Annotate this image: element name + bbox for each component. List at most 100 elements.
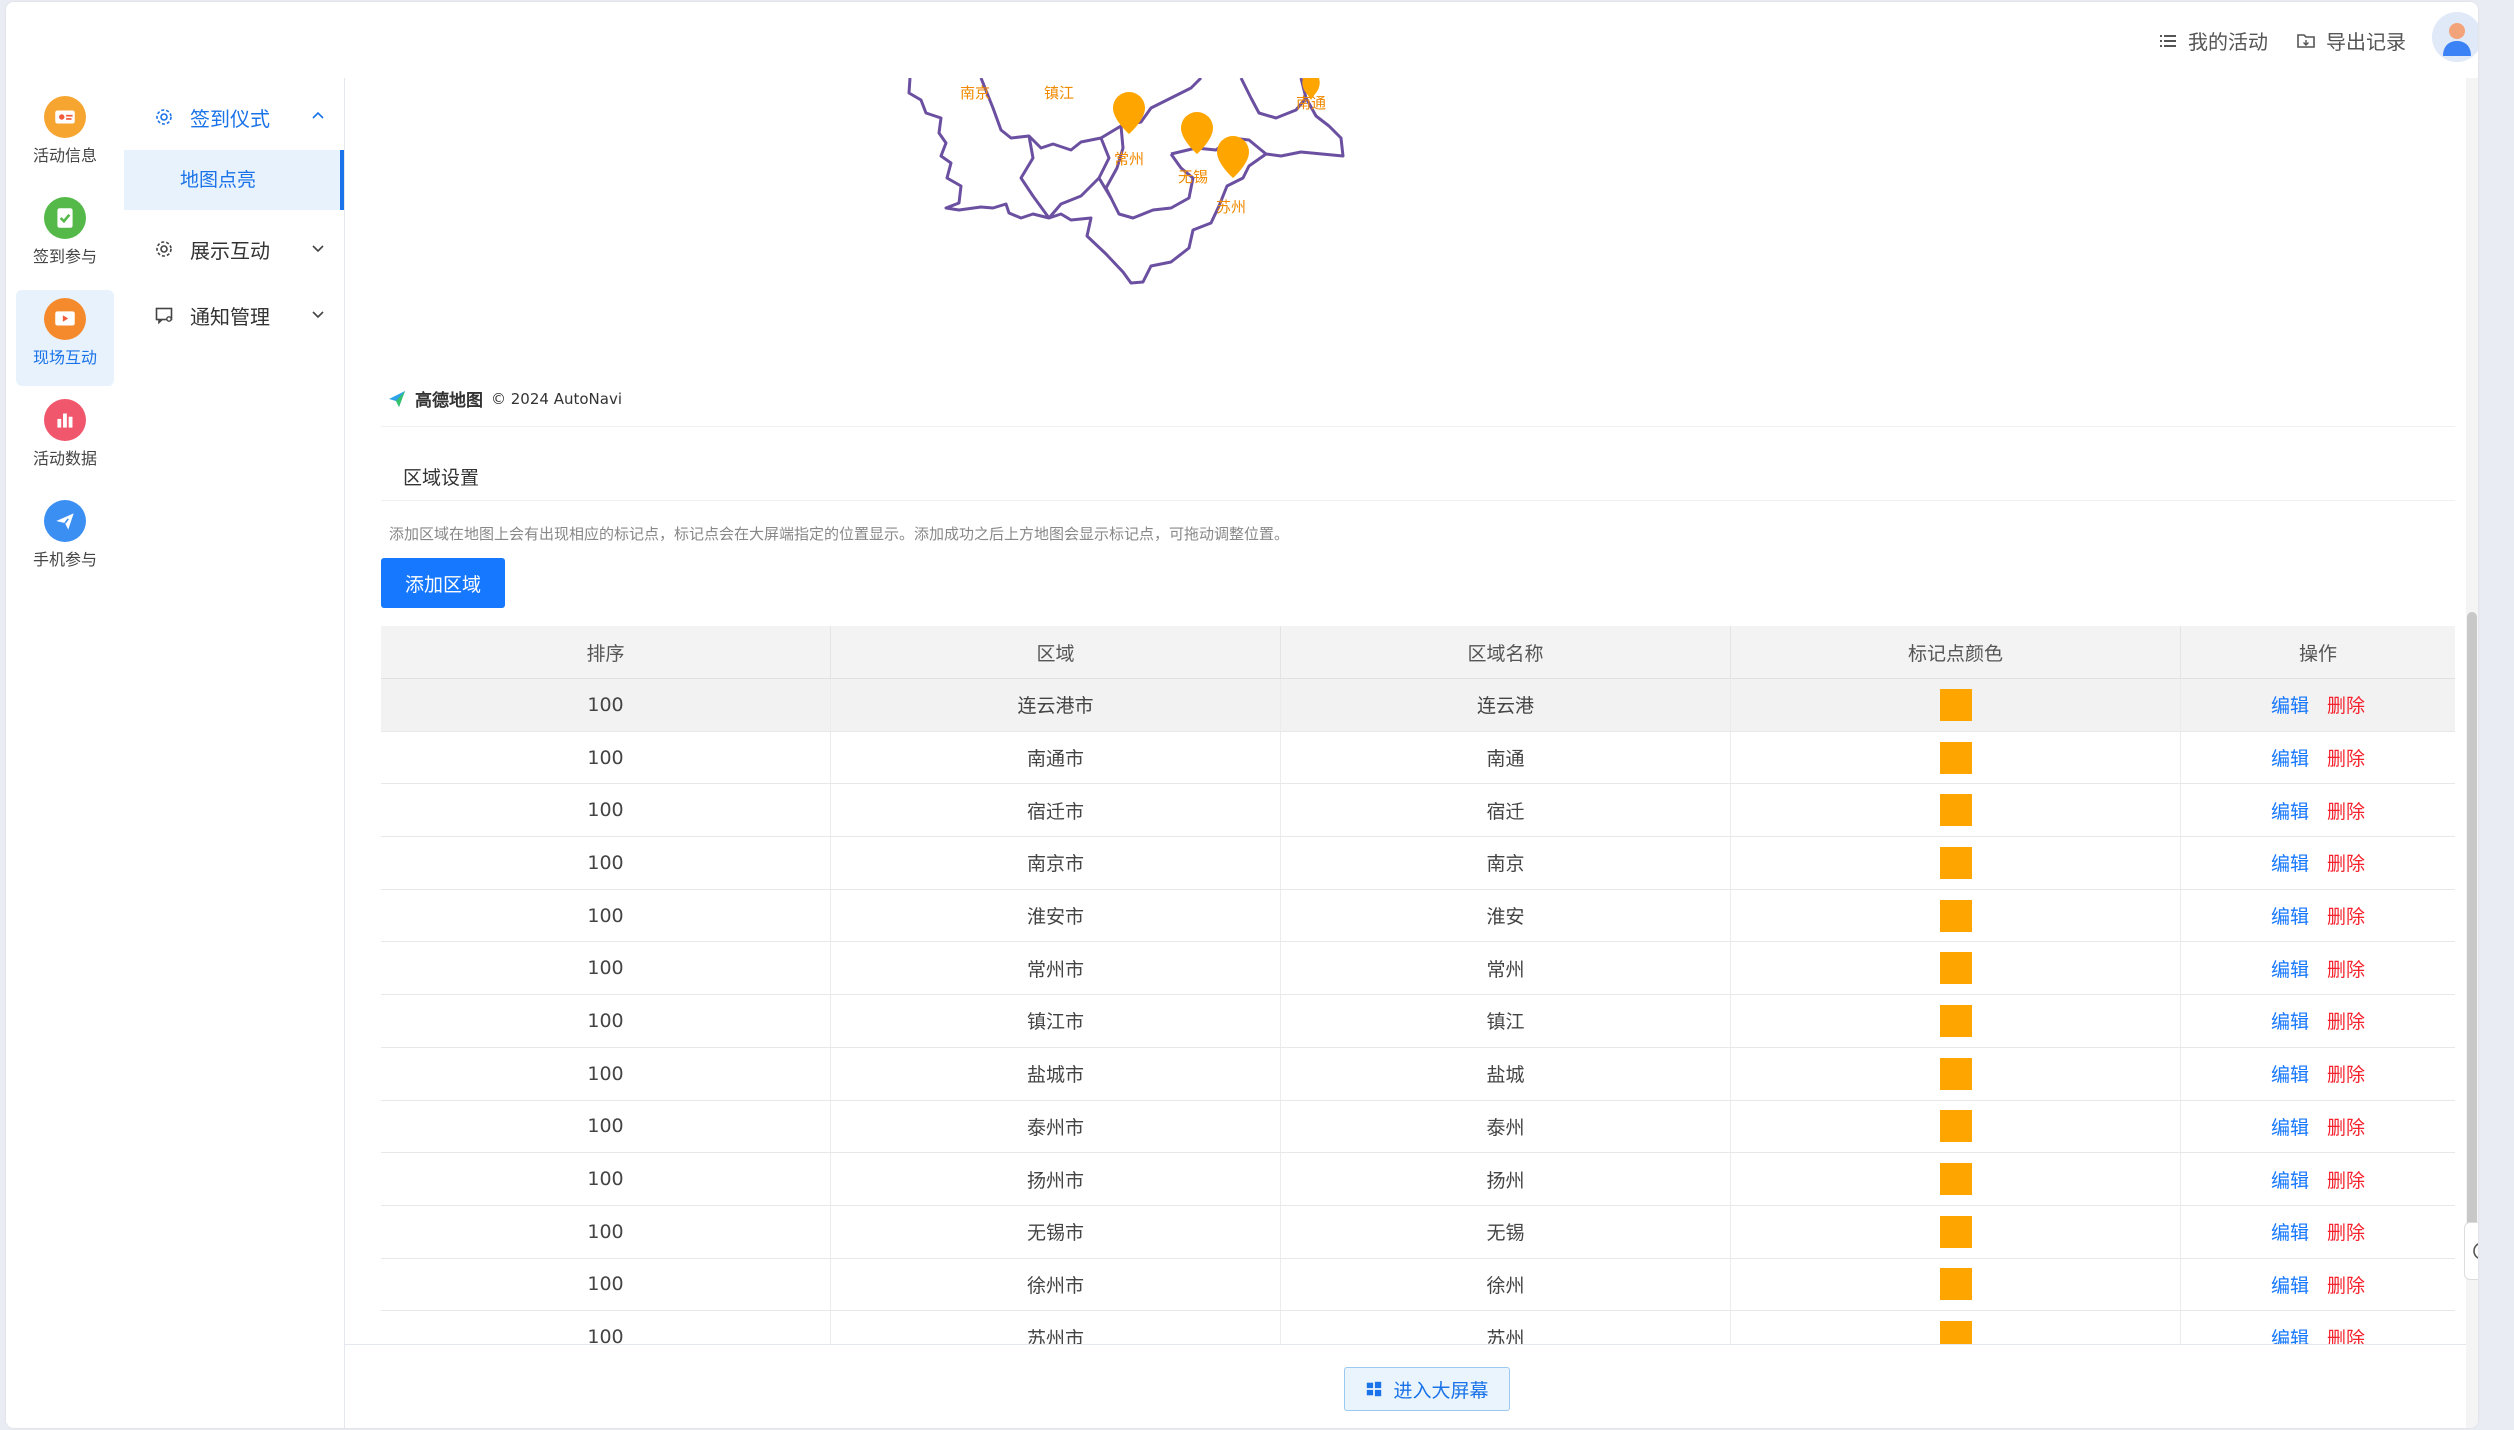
- column-header-marker-color[interactable]: 标记点颜色: [1731, 626, 2181, 678]
- list-icon: [2160, 34, 2176, 47]
- delete-link[interactable]: 删除: [2327, 1166, 2365, 1193]
- edit-link[interactable]: 编辑: [2271, 691, 2309, 718]
- help-button[interactable]: [2464, 1222, 2478, 1280]
- user-avatar[interactable]: [2432, 12, 2478, 62]
- cell-actions: 编辑 删除: [2181, 837, 2455, 889]
- delete-link[interactable]: 删除: [2327, 744, 2365, 771]
- color-swatch[interactable]: [1939, 688, 1972, 721]
- delete-link[interactable]: 删除: [2327, 1060, 2365, 1087]
- map-label-zhenjiang: 镇江: [1044, 84, 1074, 102]
- message-icon: [155, 307, 173, 325]
- color-swatch[interactable]: [1939, 1215, 1972, 1248]
- cell-marker-color: [1731, 889, 2181, 942]
- cell-order: 100: [381, 837, 831, 889]
- cell-actions: 编辑 删除: [2181, 1259, 2455, 1311]
- edit-link[interactable]: 编辑: [2271, 744, 2309, 771]
- rail-item-mobile[interactable]: 手机参与: [16, 492, 114, 588]
- edit-link[interactable]: 编辑: [2271, 797, 2309, 824]
- color-swatch[interactable]: [1939, 899, 1972, 932]
- edit-link[interactable]: 编辑: [2271, 849, 2309, 876]
- folder-export-icon: [2297, 33, 2315, 48]
- delete-link[interactable]: 删除: [2327, 797, 2365, 824]
- color-swatch[interactable]: [1939, 1268, 1972, 1301]
- edit-link[interactable]: 编辑: [2271, 1166, 2309, 1193]
- cell-marker-color: [1731, 942, 2181, 995]
- cell-region-name: 镇江: [1281, 995, 1731, 1047]
- gear-icon: [156, 109, 172, 125]
- my-activity-link[interactable]: 我的活动: [2158, 26, 2268, 55]
- color-swatch[interactable]: [1939, 1004, 1972, 1037]
- export-records-link[interactable]: 导出记录: [2296, 26, 2406, 55]
- cell-region-name: 泰州: [1281, 1100, 1731, 1153]
- edit-link[interactable]: 编辑: [2271, 902, 2309, 929]
- column-header-region-name[interactable]: 区域名称: [1281, 626, 1731, 678]
- cell-region: 徐州市: [831, 1258, 1281, 1311]
- column-header-actions[interactable]: 操作: [2181, 626, 2455, 678]
- color-swatch[interactable]: [1939, 952, 1972, 985]
- edit-link[interactable]: 编辑: [2271, 1218, 2309, 1245]
- delete-link[interactable]: 删除: [2327, 955, 2365, 982]
- edit-link[interactable]: 编辑: [2271, 1113, 2309, 1140]
- cell-region: 泰州市: [831, 1100, 1281, 1153]
- map-copyright: © 2024 AutoNavi: [491, 389, 622, 408]
- checkin-icon: [44, 197, 86, 239]
- cell-marker-color: [1731, 1205, 2181, 1258]
- menu-group-display-interaction[interactable]: 展示互动: [124, 224, 344, 274]
- cell-order: 100: [381, 1258, 831, 1311]
- color-swatch[interactable]: [1939, 1110, 1972, 1143]
- color-swatch[interactable]: [1939, 1163, 1972, 1196]
- marker-wuxi[interactable]: [1181, 112, 1213, 154]
- cell-region-name: 无锡: [1281, 1205, 1731, 1258]
- color-swatch[interactable]: [1939, 794, 1972, 827]
- marker-suzhou[interactable]: [1217, 136, 1249, 178]
- cell-region: 无锡市: [831, 1205, 1281, 1258]
- cell-actions: 编辑 删除: [2181, 942, 2455, 994]
- delete-link[interactable]: 删除: [2327, 1271, 2365, 1298]
- color-swatch[interactable]: [1939, 741, 1972, 774]
- cell-marker-color: [1731, 837, 2181, 889]
- delete-link[interactable]: 删除: [2327, 691, 2365, 718]
- map-label-nantong: 南通: [1296, 94, 1326, 112]
- delete-link[interactable]: 删除: [2327, 902, 2365, 929]
- cell-marker-color: [1731, 1258, 2181, 1311]
- color-swatch[interactable]: [1939, 1057, 1972, 1090]
- activity-info-icon: [44, 96, 86, 138]
- rail-item-live-interaction[interactable]: 现场互动: [16, 290, 114, 386]
- cell-region: 常州市: [831, 942, 1281, 995]
- edit-link[interactable]: 编辑: [2271, 1271, 2309, 1298]
- edit-link[interactable]: 编辑: [2271, 955, 2309, 982]
- rail-item-activity-info[interactable]: 活动信息: [16, 88, 114, 184]
- cell-region-name: 扬州: [1281, 1153, 1731, 1205]
- edit-link[interactable]: 编辑: [2271, 1007, 2309, 1034]
- delete-link[interactable]: 删除: [2327, 1007, 2365, 1034]
- table-row: 100 常州市 常州 编辑 删除: [381, 942, 2455, 996]
- rail-item-checkin[interactable]: 签到参与: [16, 189, 114, 285]
- region-map[interactable]: 南京 镇江 南通 常州 无锡 苏州: [381, 78, 2455, 378]
- delete-link[interactable]: 删除: [2327, 1113, 2365, 1140]
- edit-link[interactable]: 编辑: [2271, 1060, 2309, 1087]
- menu-item-map-lightup[interactable]: 地图点亮: [124, 150, 344, 210]
- divider: [381, 500, 2455, 501]
- menu-group-checkin-ceremony[interactable]: 签到仪式: [124, 92, 344, 142]
- map-panel[interactable]: 南京 镇江 南通 常州 无锡 苏州 高德地图 © 2024 AutoNavi: [381, 78, 2455, 427]
- table-row: 100 镇江市 镇江 编辑 删除: [381, 995, 2455, 1048]
- cell-order: 100: [381, 1153, 831, 1205]
- enter-big-screen-button[interactable]: 进入大屏幕: [1344, 1367, 1510, 1411]
- cell-marker-color: [1731, 995, 2181, 1047]
- table-row: 100 淮安市 淮安 编辑 删除: [381, 889, 2455, 943]
- rail-item-activity-data[interactable]: 活动数据: [16, 391, 114, 487]
- map-brand: 高德地图: [415, 391, 483, 411]
- cell-region-name: 宿迁: [1281, 784, 1731, 837]
- menu-group-notification[interactable]: 通知管理: [124, 290, 344, 340]
- app-window: 我的活动 导出记录 活动信息 签到参与 现场互动 活动数据 手机参与 签到仪式 …: [6, 2, 2478, 1428]
- add-region-button[interactable]: 添加区域: [381, 558, 505, 608]
- table-row: 100 南通市 南通 编辑 删除: [381, 731, 2455, 785]
- column-header-order[interactable]: 排序: [381, 626, 831, 678]
- cell-actions: 编辑 删除: [2181, 1101, 2455, 1153]
- delete-link[interactable]: 删除: [2327, 849, 2365, 876]
- scrollbar-thumb[interactable]: [2467, 612, 2477, 1228]
- main-content: 南京 镇江 南通 常州 无锡 苏州 高德地图 © 2024 AutoNavi 区…: [345, 78, 2478, 1428]
- color-swatch[interactable]: [1939, 846, 1972, 879]
- delete-link[interactable]: 删除: [2327, 1218, 2365, 1245]
- column-header-region[interactable]: 区域: [831, 626, 1281, 678]
